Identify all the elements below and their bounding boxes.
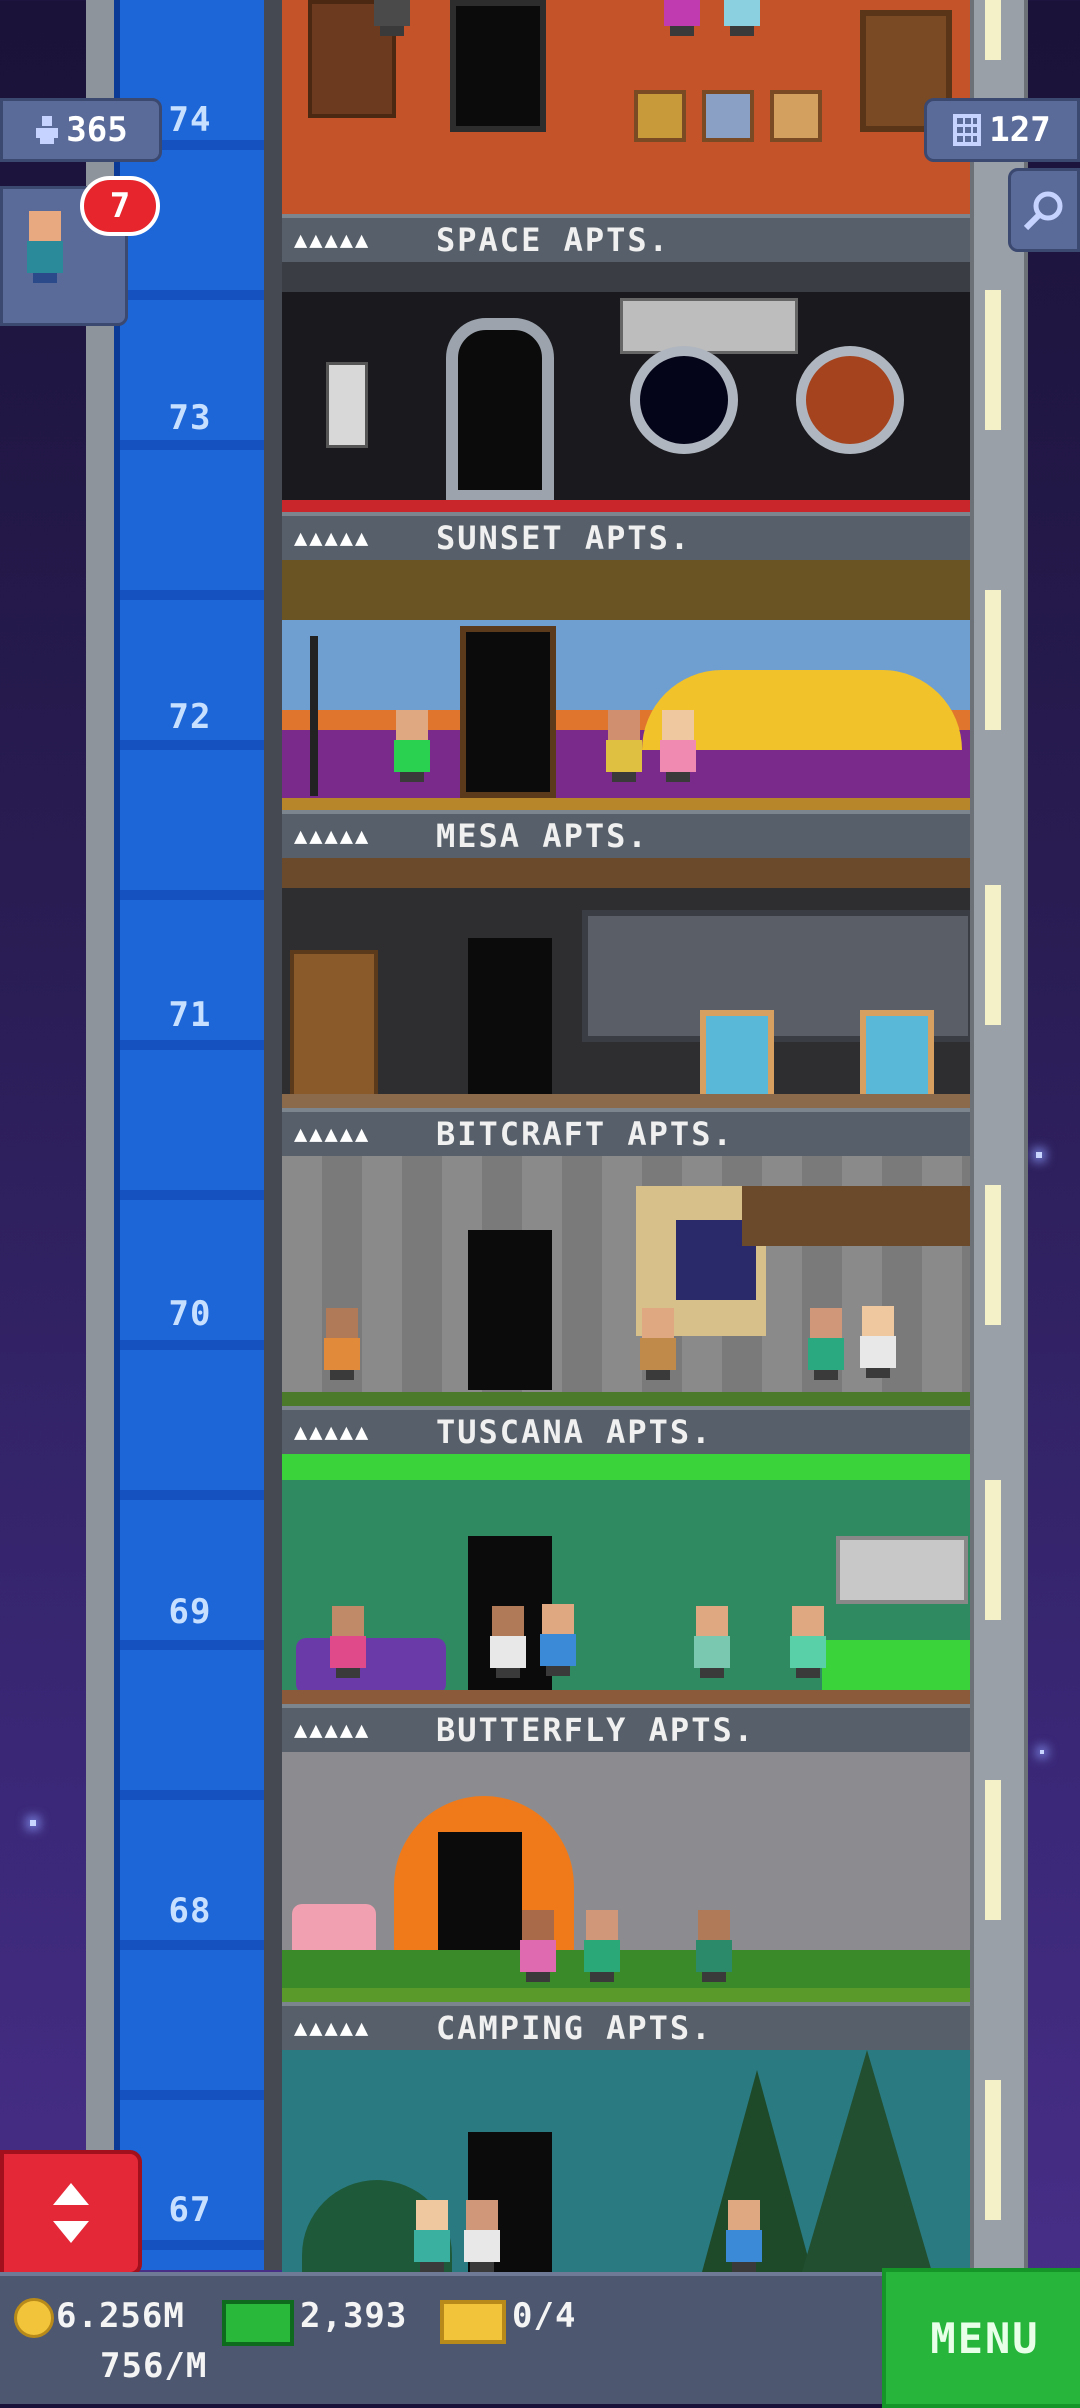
- floor-69-room[interactable]: [282, 1454, 970, 1704]
- floor-name: BUTTERFLY APTS.: [436, 1711, 755, 1749]
- resident[interactable]: [694, 1910, 734, 1982]
- window-light: [985, 1185, 1001, 1325]
- income-rate: 756/M: [100, 2346, 208, 2386]
- shaft-floor-number: 72: [168, 697, 212, 737]
- population-badge[interactable]: 365: [0, 98, 162, 162]
- elevator-button[interactable]: [0, 2150, 142, 2276]
- resident[interactable]: [328, 1606, 368, 1678]
- floors-icon: [953, 114, 982, 146]
- window-light: [985, 2080, 1001, 2220]
- floor-rating: ▲▲▲▲▲: [294, 525, 371, 551]
- bux-value: 2,393: [300, 2296, 408, 2336]
- shaft-floor-number: 74: [168, 100, 212, 140]
- floor-rating: ▲▲▲▲▲: [294, 1717, 371, 1743]
- floor-72-room[interactable]: [282, 560, 970, 810]
- floor-rating: ▲▲▲▲▲: [294, 227, 371, 253]
- menu-button[interactable]: MENU: [882, 2268, 1080, 2408]
- coin-icon: [14, 2298, 54, 2338]
- floor-67-room[interactable]: [282, 2050, 970, 2272]
- floor-name: TUSCANA APTS.: [436, 1413, 713, 1451]
- person-icon: [36, 116, 59, 144]
- resident[interactable]: [858, 1306, 898, 1378]
- shaft-floor-number: 69: [168, 1592, 212, 1632]
- resident[interactable]: [638, 1308, 678, 1380]
- tickets-value: 0/4: [512, 2296, 577, 2336]
- floor-label-tuscana[interactable]: ▲▲▲▲▲ TUSCANA APTS.: [282, 1406, 970, 1454]
- floor-rating: ▲▲▲▲▲: [294, 823, 371, 849]
- search-icon: [1023, 191, 1063, 231]
- floor-name: CAMPING APTS.: [436, 2009, 713, 2047]
- resident[interactable]: [372, 0, 412, 36]
- population-count: 365: [66, 110, 128, 150]
- shaft-floor-number: 73: [168, 398, 212, 438]
- resident[interactable]: [788, 1606, 828, 1678]
- elevator-arrows-icon: [53, 2183, 89, 2243]
- floor-door: [468, 938, 552, 1098]
- menu-label: MENU: [930, 2313, 1040, 2363]
- window-light: [985, 1480, 1001, 1620]
- resident[interactable]: [582, 1910, 622, 1982]
- star-decoration: [1040, 1750, 1044, 1754]
- resident[interactable]: [692, 1606, 732, 1678]
- floor-rating: ▲▲▲▲▲: [294, 1121, 371, 1147]
- resident[interactable]: [658, 710, 698, 782]
- floor-70-room[interactable]: [282, 1156, 970, 1406]
- visitor-notification-badge: 7: [80, 176, 160, 236]
- floor-71-room[interactable]: [282, 858, 970, 1108]
- floor-68-room[interactable]: [282, 1752, 970, 2002]
- shaft-floor-number: 70: [168, 1294, 212, 1334]
- floor-73-room[interactable]: [282, 262, 970, 512]
- floor-door: [468, 1230, 552, 1390]
- window-light: [985, 1780, 1001, 1920]
- floor-rating: ▲▲▲▲▲: [294, 2015, 371, 2041]
- floor-name: SUNSET APTS.: [436, 519, 692, 557]
- ticket-icon: [440, 2300, 506, 2344]
- resident[interactable]: [518, 1910, 558, 1982]
- floor-label-mesa[interactable]: ▲▲▲▲▲ MESA APTS.: [282, 810, 970, 858]
- resident[interactable]: [462, 2200, 502, 2272]
- floors-badge[interactable]: 127: [924, 98, 1080, 162]
- floor-74-room[interactable]: [282, 0, 970, 214]
- floor-label-butterfly[interactable]: ▲▲▲▲▲ BUTTERFLY APTS.: [282, 1704, 970, 1752]
- resident[interactable]: [662, 0, 702, 36]
- search-button[interactable]: [1008, 168, 1080, 252]
- resident[interactable]: [724, 2200, 764, 2272]
- floor-label-space[interactable]: ▲▲▲▲▲ SPACE APTS.: [282, 214, 970, 262]
- resident[interactable]: [488, 1606, 528, 1678]
- resident[interactable]: [722, 0, 762, 36]
- floor-label-sunset[interactable]: ▲▲▲▲▲ SUNSET APTS.: [282, 512, 970, 560]
- floors-count: 127: [989, 110, 1051, 150]
- floor-name: SPACE APTS.: [436, 221, 670, 259]
- floor-name: MESA APTS.: [436, 817, 649, 855]
- floor-label-bitcraft[interactable]: ▲▲▲▲▲ BITCRAFT APTS.: [282, 1108, 970, 1156]
- floor-name: BITCRAFT APTS.: [436, 1115, 734, 1153]
- window-light: [985, 0, 1001, 60]
- window-light: [985, 290, 1001, 430]
- shaft-floor-number: 67: [168, 2190, 212, 2230]
- window-light: [985, 590, 1001, 730]
- resident[interactable]: [322, 1308, 362, 1380]
- shaft-floor-number: 71: [168, 995, 212, 1035]
- building-core: [264, 0, 282, 2270]
- shaft-floor-number: 68: [168, 1891, 212, 1931]
- star-decoration: [30, 1820, 36, 1826]
- resident[interactable]: [806, 1308, 846, 1380]
- floor-door: [460, 626, 556, 798]
- visitor-avatar: [25, 211, 65, 283]
- floor-door: [450, 0, 546, 132]
- resident[interactable]: [412, 2200, 452, 2272]
- resident[interactable]: [392, 710, 432, 782]
- floor-label-camping[interactable]: ▲▲▲▲▲ CAMPING APTS.: [282, 2002, 970, 2050]
- coins-value: 6.256M: [56, 2296, 185, 2336]
- window-light: [985, 885, 1001, 1025]
- bux-icon: [222, 2300, 294, 2346]
- floor-rating: ▲▲▲▲▲: [294, 1419, 371, 1445]
- floor-door: [446, 318, 554, 502]
- resident[interactable]: [538, 1604, 578, 1676]
- resident[interactable]: [604, 710, 644, 782]
- star-decoration: [1036, 1152, 1042, 1158]
